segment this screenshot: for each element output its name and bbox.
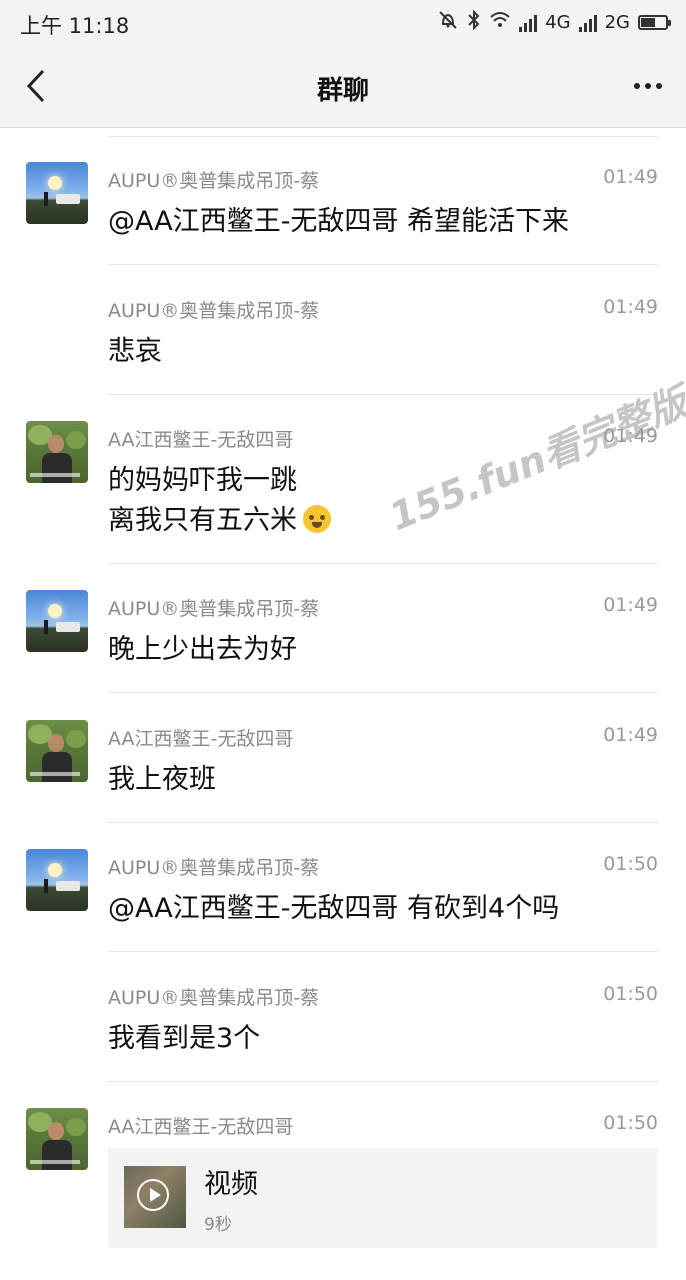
network-label-1: 4G <box>545 12 571 33</box>
list-item[interactable]: AA江西鳖王-无敌四哥 01:49 我上夜班 <box>0 686 686 823</box>
dot-icon <box>645 83 651 89</box>
wifi-icon <box>489 11 511 34</box>
video-duration: 9秒 <box>204 1215 232 1235</box>
list-item[interactable]: AUPU®奥普集成吊顶-蔡 01:49 晚上少出去为好 <box>0 556 686 693</box>
chat-list[interactable]: AUPU®奥普集成吊顶-蔡 01:49 @AA江西鳖王-无敌四哥 希望能活下来 … <box>0 128 686 1280</box>
avatar[interactable] <box>26 590 88 652</box>
battery-icon <box>638 15 671 30</box>
message-line: 的妈妈吓我一跳 <box>108 465 297 496</box>
nav-bar: 群聊 <box>0 48 686 128</box>
more-options-button[interactable] <box>624 64 672 108</box>
message-time: 01:49 <box>603 724 658 746</box>
sender-name: AUPU®奥普集成吊顶-蔡 <box>108 170 320 192</box>
mute-alarm-icon <box>437 10 459 35</box>
message-time: 01:50 <box>603 853 658 875</box>
sender-name: AUPU®奥普集成吊顶-蔡 <box>108 598 320 620</box>
message-time: 01:50 <box>603 1112 658 1134</box>
signal-icon-2 <box>578 14 597 32</box>
list-item[interactable]: AUPU®奥普集成吊顶-蔡 01:50 @AA江西鳖王-无敌四哥 有砍到4个吗 <box>0 815 686 952</box>
sender-name: AUPU®奥普集成吊顶-蔡 <box>108 857 320 879</box>
network-label-2: 2G <box>604 12 630 33</box>
status-icons: 4G 2G <box>437 9 671 35</box>
avatar[interactable] <box>26 162 88 224</box>
video-thumbnail[interactable] <box>124 1166 186 1228</box>
message-text: @AA江西鳖王-无敌四哥 有砍到4个吗 <box>108 893 560 924</box>
page-title: 群聊 <box>316 76 369 106</box>
message-text: 我上夜班 <box>108 764 216 795</box>
laughing-tears-emoji-icon <box>303 505 331 533</box>
avatar[interactable] <box>26 849 88 911</box>
message-time: 01:49 <box>603 296 658 318</box>
status-bar: 上午 11:18 4G 2G <box>0 0 686 48</box>
avatar[interactable] <box>26 421 88 483</box>
dot-icon <box>634 83 640 89</box>
bluetooth-icon <box>467 9 481 35</box>
message-text: 的妈妈吓我一跳 离我只有五六米 <box>108 461 331 541</box>
sender-name: AUPU®奥普集成吊顶-蔡 <box>108 300 320 322</box>
message-time: 01:50 <box>603 983 658 1005</box>
list-item[interactable]: AA江西鳖王-无敌四哥 01:49 的妈妈吓我一跳 离我只有五六米 <box>0 387 686 564</box>
message-line: 离我只有五六米 <box>108 501 331 541</box>
list-item[interactable]: AUPU®奥普集成吊顶-蔡 01:49 悲哀 <box>0 258 686 395</box>
sender-name: AUPU®奥普集成吊顶-蔡 <box>108 987 320 1009</box>
list-item[interactable]: AUPU®奥普集成吊顶-蔡 01:49 @AA江西鳖王-无敌四哥 希望能活下来 <box>0 128 686 265</box>
message-text: 悲哀 <box>108 336 162 367</box>
message-time: 01:49 <box>603 166 658 188</box>
video-title: 视频 <box>204 1169 258 1200</box>
play-icon <box>137 1179 169 1211</box>
sender-name: AA江西鳖王-无敌四哥 <box>108 429 294 451</box>
dot-icon <box>656 83 662 89</box>
message-text: 我看到是3个 <box>108 1023 261 1054</box>
video-message-card[interactable]: 视频 9秒 <box>108 1148 657 1248</box>
message-time: 01:49 <box>603 425 658 447</box>
avatar[interactable] <box>26 1108 88 1170</box>
sender-name: AA江西鳖王-无敌四哥 <box>108 1116 294 1138</box>
list-item[interactable]: AUPU®奥普集成吊顶-蔡 01:50 我看到是3个 <box>0 945 686 1082</box>
signal-icon-1 <box>519 14 538 32</box>
avatar[interactable] <box>26 720 88 782</box>
sender-name: AA江西鳖王-无敌四哥 <box>108 728 294 750</box>
status-time: 上午 11:18 <box>20 14 130 38</box>
message-text: 晚上少出去为好 <box>108 634 297 665</box>
message-time: 01:49 <box>603 594 658 616</box>
message-text: @AA江西鳖王-无敌四哥 希望能活下来 <box>108 206 570 237</box>
